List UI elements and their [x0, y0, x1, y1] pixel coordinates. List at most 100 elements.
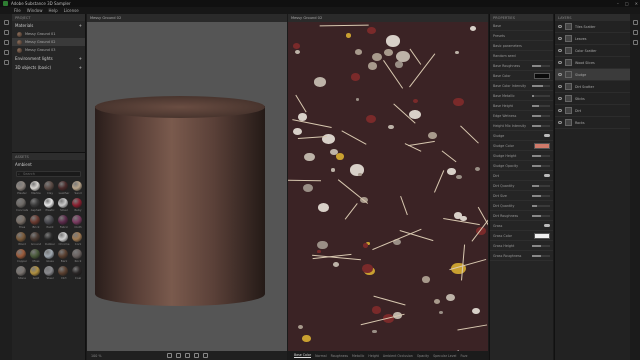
channel-tab[interactable]: Metallic: [352, 354, 364, 358]
material-item[interactable]: Messy Ground 02: [12, 38, 85, 46]
property-slider[interactable]: [532, 104, 550, 107]
material-ball[interactable]: Cork: [72, 232, 84, 246]
add-icon[interactable]: +: [79, 56, 82, 61]
material-ball[interactable]: Clay: [44, 181, 56, 195]
property-slider[interactable]: [532, 154, 550, 157]
material-ball[interactable]: Steel: [44, 266, 56, 280]
material-ball[interactable]: Plastic: [44, 198, 56, 212]
assets-icon[interactable]: [3, 40, 9, 45]
visibility-eye-icon[interactable]: [558, 97, 562, 100]
property-slider[interactable]: [532, 254, 550, 257]
layer-row[interactable]: Rocks: [555, 117, 630, 129]
layer-row[interactable]: Leaves: [555, 33, 630, 45]
property-slider[interactable]: [532, 194, 550, 197]
home-icon[interactable]: [3, 20, 9, 25]
menu-license[interactable]: License: [64, 8, 79, 13]
material-ball[interactable]: Leather: [58, 181, 70, 195]
material-ball[interactable]: Asphalt: [30, 198, 42, 212]
property-slider[interactable]: [532, 84, 550, 87]
search-icon[interactable]: [3, 30, 9, 35]
material-ball[interactable]: Wood: [16, 232, 28, 246]
material-ball[interactable]: Moss: [30, 249, 42, 263]
viewport-3d[interactable]: Messy Ground 02 100 %: [87, 14, 287, 360]
material-ball[interactable]: Copper: [16, 249, 28, 263]
property-toggle[interactable]: [544, 174, 550, 177]
layer-row[interactable]: Dirt Scatter: [555, 81, 630, 93]
layer-row[interactable]: Sticks: [555, 93, 630, 105]
property-slider[interactable]: [532, 244, 550, 247]
properties-icon[interactable]: [632, 20, 638, 25]
layer-row[interactable]: Wood Slices: [555, 57, 630, 69]
material-ball[interactable]: Dirt: [58, 266, 70, 280]
visibility-eye-icon[interactable]: [558, 109, 562, 112]
property-slider[interactable]: [532, 204, 550, 207]
property-slider[interactable]: [532, 124, 550, 127]
material-ball[interactable]: Stone: [16, 266, 28, 280]
settings-icon[interactable]: [202, 353, 208, 358]
preview-cylinder[interactable]: [95, 96, 265, 316]
export-icon[interactable]: [632, 30, 638, 35]
visibility-eye-icon[interactable]: [558, 121, 562, 124]
material-ball[interactable]: Chrome: [58, 232, 70, 246]
color-swatch[interactable]: [534, 72, 550, 79]
material-ball[interactable]: Cloth: [72, 215, 84, 229]
close-icon[interactable]: ✕: [635, 1, 638, 6]
material-ball[interactable]: Fabric: [58, 215, 70, 229]
material-ball[interactable]: Glass: [44, 249, 56, 263]
property-slider[interactable]: [532, 214, 550, 217]
material-ball[interactable]: Marble: [30, 181, 42, 195]
property-slider[interactable]: [532, 114, 550, 117]
property-toggle[interactable]: [544, 134, 550, 137]
add-icon[interactable]: +: [79, 23, 82, 28]
menu-help[interactable]: Help: [48, 8, 57, 13]
channel-tab[interactable]: Opacity: [417, 354, 429, 358]
material-ball[interactable]: Gold: [30, 266, 42, 280]
material-ball[interactable]: Plaster: [16, 181, 28, 195]
color-swatch[interactable]: [534, 232, 550, 239]
material-ball[interactable]: Sand: [72, 181, 84, 195]
material-ball[interactable]: Tiles: [16, 215, 28, 229]
visibility-eye-icon[interactable]: [558, 49, 562, 52]
layer-row[interactable]: Sludge: [555, 69, 630, 81]
channel-tab[interactable]: Base Color: [294, 353, 312, 358]
channel-tab[interactable]: Ambient Occlusion: [383, 354, 413, 358]
material-ball[interactable]: Brick: [30, 215, 42, 229]
material-ball[interactable]: Silver: [58, 198, 70, 212]
layer-row[interactable]: Dirt: [555, 105, 630, 117]
material-ball[interactable]: Concrete: [16, 198, 28, 212]
search-input[interactable]: ⌕ Search: [16, 171, 81, 177]
material-ball[interactable]: Rock: [72, 249, 84, 263]
menu-window[interactable]: Window: [27, 8, 43, 13]
camera-icon[interactable]: [166, 353, 172, 358]
channel-tab[interactable]: Fuzz: [460, 354, 467, 358]
maximize-icon[interactable]: □: [625, 1, 629, 6]
channel-tab[interactable]: Specular Level: [433, 354, 456, 358]
minimize-icon[interactable]: –: [617, 1, 619, 6]
property-slider[interactable]: [532, 94, 550, 97]
menu-file[interactable]: File: [14, 8, 21, 13]
viewport-3d-tab[interactable]: Messy Ground 02: [87, 14, 287, 22]
color-swatch[interactable]: [534, 142, 550, 149]
add-icon[interactable]: +: [79, 65, 82, 70]
visibility-eye-icon[interactable]: [558, 37, 562, 40]
material-ball[interactable]: Ruby: [72, 198, 84, 212]
channel-tab[interactable]: Normal: [315, 354, 327, 358]
channel-tab[interactable]: Roughness: [331, 354, 348, 358]
material-ball[interactable]: Bark: [58, 249, 70, 263]
channel-tab[interactable]: Height: [368, 354, 379, 358]
property-slider[interactable]: [532, 164, 550, 167]
material-ball[interactable]: Paint: [44, 215, 56, 229]
visibility-eye-icon[interactable]: [558, 73, 562, 76]
visibility-eye-icon[interactable]: [558, 25, 562, 28]
share-icon[interactable]: [632, 40, 638, 45]
layer-row[interactable]: Tiles Scatter: [555, 21, 630, 33]
layers-icon[interactable]: [3, 60, 9, 65]
viewport-2d-tab[interactable]: Messy Ground 02: [288, 14, 488, 22]
layer-row[interactable]: Color Scatter: [555, 45, 630, 57]
material-ball[interactable]: Ground: [30, 232, 42, 246]
property-slider[interactable]: [532, 64, 550, 67]
material-ball[interactable]: Rubber: [44, 232, 56, 246]
material-item[interactable]: Messy Ground 01: [12, 30, 85, 38]
visibility-eye-icon[interactable]: [558, 85, 562, 88]
capture-icon[interactable]: [3, 50, 9, 55]
